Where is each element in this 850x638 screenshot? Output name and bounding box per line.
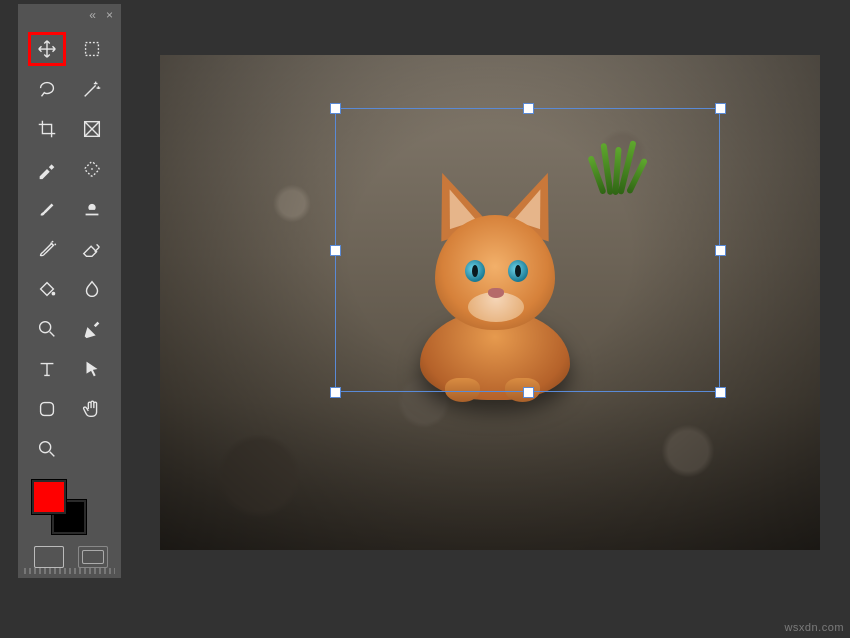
eyedropper-tool[interactable] — [28, 152, 66, 186]
tools-panel: « × — [18, 4, 121, 578]
brush-tool[interactable] — [28, 192, 66, 226]
artboard-tool[interactable] — [73, 32, 111, 66]
frame-tool[interactable] — [73, 112, 111, 146]
color-swatches[interactable] — [32, 480, 121, 540]
smudge-tool[interactable] — [73, 272, 111, 306]
crop-tool[interactable] — [28, 112, 66, 146]
path-select-tool[interactable] — [73, 352, 111, 386]
close-panel-icon[interactable]: × — [106, 8, 113, 22]
eraser-tool[interactable] — [73, 232, 111, 266]
panel-grip[interactable] — [24, 568, 115, 574]
dodge-tool[interactable] — [28, 312, 66, 346]
pen-tool[interactable] — [73, 312, 111, 346]
foreground-swatch[interactable] — [32, 480, 66, 514]
panel-header: « × — [18, 4, 121, 26]
kitten — [390, 160, 590, 410]
quick-mask-mode-icon[interactable] — [78, 546, 108, 568]
plant — [590, 140, 650, 195]
patch-tool[interactable] — [73, 152, 111, 186]
zoom-tool[interactable] — [28, 432, 66, 466]
shape-tool[interactable] — [28, 392, 66, 426]
tool-grid — [18, 26, 121, 466]
collapse-panel-icon[interactable]: « — [89, 8, 96, 22]
hand-tool[interactable] — [73, 392, 111, 426]
move-tool[interactable] — [28, 32, 66, 66]
history-brush-tool[interactable] — [28, 232, 66, 266]
lasso-tool[interactable] — [28, 72, 66, 106]
watermark: wsxdn.com — [784, 622, 844, 634]
standard-mode-icon[interactable] — [34, 546, 64, 568]
stamp-tool[interactable] — [73, 192, 111, 226]
paint-bucket-tool[interactable] — [28, 272, 66, 306]
document-canvas[interactable] — [160, 55, 820, 550]
magic-wand-tool[interactable] — [73, 72, 111, 106]
type-tool[interactable] — [28, 352, 66, 386]
mask-mode-row — [18, 546, 121, 568]
image-content — [160, 55, 820, 550]
